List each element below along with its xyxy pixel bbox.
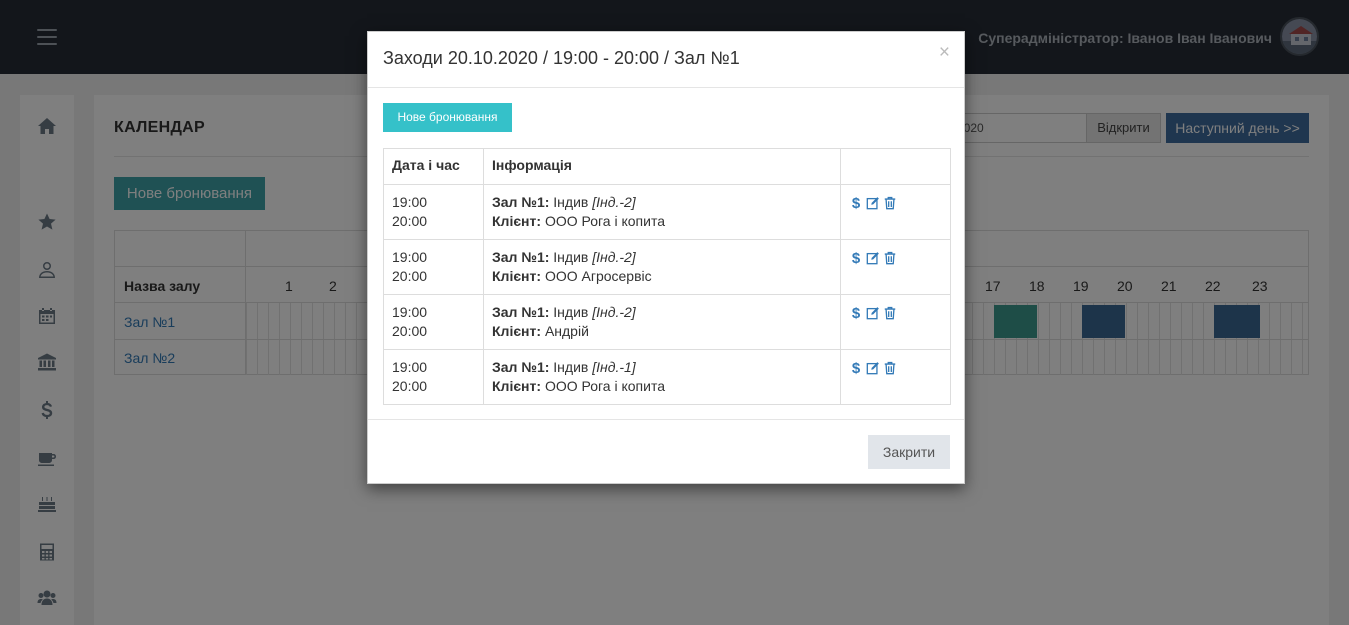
booking-code: [Інд.-2] xyxy=(592,249,636,265)
payment-dollar-icon[interactable]: $ xyxy=(849,195,863,212)
booking-code: [Інд.-1] xyxy=(592,359,636,375)
client-prefix: Клієнт: xyxy=(492,213,542,229)
end-time: 20:00 xyxy=(392,213,428,229)
table-row: 19:00 20:00 Зал №1: Індив [Інд.-2] Клієнт: … xyxy=(383,239,951,295)
table-row: 19:00 20:00 Зал №1: Індив [Інд.-1] Клієнт: … xyxy=(383,349,951,405)
booking-type: Індив xyxy=(553,359,589,375)
start-time: 19:00 xyxy=(392,194,428,210)
column-header-info: Інформація xyxy=(483,148,841,185)
booking-code: [Інд.-2] xyxy=(592,304,636,320)
column-header-datetime: Дата і час xyxy=(383,148,484,185)
cell-info: Зал №1: Індив [Інд.-2] Клієнт: Андрій xyxy=(483,294,841,350)
delete-trash-icon[interactable] xyxy=(883,250,897,266)
modal-title: Заходи 20.10.2020 / 19:00 - 20:00 / Зал … xyxy=(383,48,740,68)
end-time: 20:00 xyxy=(392,378,428,394)
delete-trash-icon[interactable] xyxy=(883,195,897,211)
cell-actions: $ xyxy=(840,349,951,405)
edit-icon[interactable] xyxy=(866,360,880,376)
start-time: 19:00 xyxy=(392,304,428,320)
start-time: 19:00 xyxy=(392,249,428,265)
client-prefix: Клієнт: xyxy=(492,323,542,339)
hall-prefix: Зал №1: xyxy=(492,194,550,210)
divider xyxy=(368,419,964,420)
client-name: Андрій xyxy=(544,323,589,339)
hall-prefix: Зал №1: xyxy=(492,249,550,265)
client-prefix: Клієнт: xyxy=(492,378,542,394)
cell-datetime: 19:00 20:00 xyxy=(383,294,484,350)
end-time: 20:00 xyxy=(392,268,428,284)
payment-dollar-icon[interactable]: $ xyxy=(849,305,863,322)
table-row: 19:00 20:00 Зал №1: Індив [Інд.-2] Клієнт: … xyxy=(383,184,951,240)
payment-dollar-icon[interactable]: $ xyxy=(849,360,863,377)
cell-actions: $ xyxy=(840,239,951,295)
cell-datetime: 19:00 20:00 xyxy=(383,239,484,295)
client-name: ООО Агросервіс xyxy=(544,268,652,284)
cell-datetime: 19:00 20:00 xyxy=(383,184,484,240)
payment-dollar-icon[interactable]: $ xyxy=(849,250,863,267)
hall-prefix: Зал №1: xyxy=(492,359,550,375)
events-modal: Заходи 20.10.2020 / 19:00 - 20:00 / Зал … xyxy=(367,31,965,484)
edit-icon[interactable] xyxy=(866,195,880,211)
modal-new-booking-button[interactable]: Нове бронювання xyxy=(383,103,512,132)
booking-code: [Інд.-2] xyxy=(592,194,636,210)
edit-icon[interactable] xyxy=(866,250,880,266)
bookings-table: Дата і час Інформація 19:00 20:00 Зал №1: … xyxy=(383,148,951,405)
cell-actions: $ xyxy=(840,184,951,240)
divider xyxy=(368,87,964,88)
close-button[interactable]: Закрити xyxy=(868,435,950,469)
table-header-row: Дата і час Інформація xyxy=(383,148,951,185)
cell-info: Зал №1: Індив [Інд.-1] Клієнт: ООО Рога і… xyxy=(483,349,841,405)
table-row: 19:00 20:00 Зал №1: Індив [Інд.-2] Клієнт: … xyxy=(383,294,951,350)
booking-type: Індив xyxy=(553,304,589,320)
cell-info: Зал №1: Індив [Інд.-2] Клієнт: ООО Рога і… xyxy=(483,184,841,240)
booking-type: Індив xyxy=(553,249,589,265)
client-name: ООО Рога і копита xyxy=(544,378,665,394)
hall-prefix: Зал №1: xyxy=(492,304,550,320)
delete-trash-icon[interactable] xyxy=(883,360,897,376)
close-icon[interactable]: × xyxy=(939,42,950,64)
delete-trash-icon[interactable] xyxy=(883,305,897,321)
start-time: 19:00 xyxy=(392,359,428,375)
cell-actions: $ xyxy=(840,294,951,350)
client-name: ООО Рога і копита xyxy=(544,213,665,229)
end-time: 20:00 xyxy=(392,323,428,339)
cell-datetime: 19:00 20:00 xyxy=(383,349,484,405)
edit-icon[interactable] xyxy=(866,305,880,321)
client-prefix: Клієнт: xyxy=(492,268,542,284)
booking-type: Індив xyxy=(553,194,589,210)
column-header-actions xyxy=(840,148,951,185)
cell-info: Зал №1: Індив [Інд.-2] Клієнт: ООО Агросе… xyxy=(483,239,841,295)
